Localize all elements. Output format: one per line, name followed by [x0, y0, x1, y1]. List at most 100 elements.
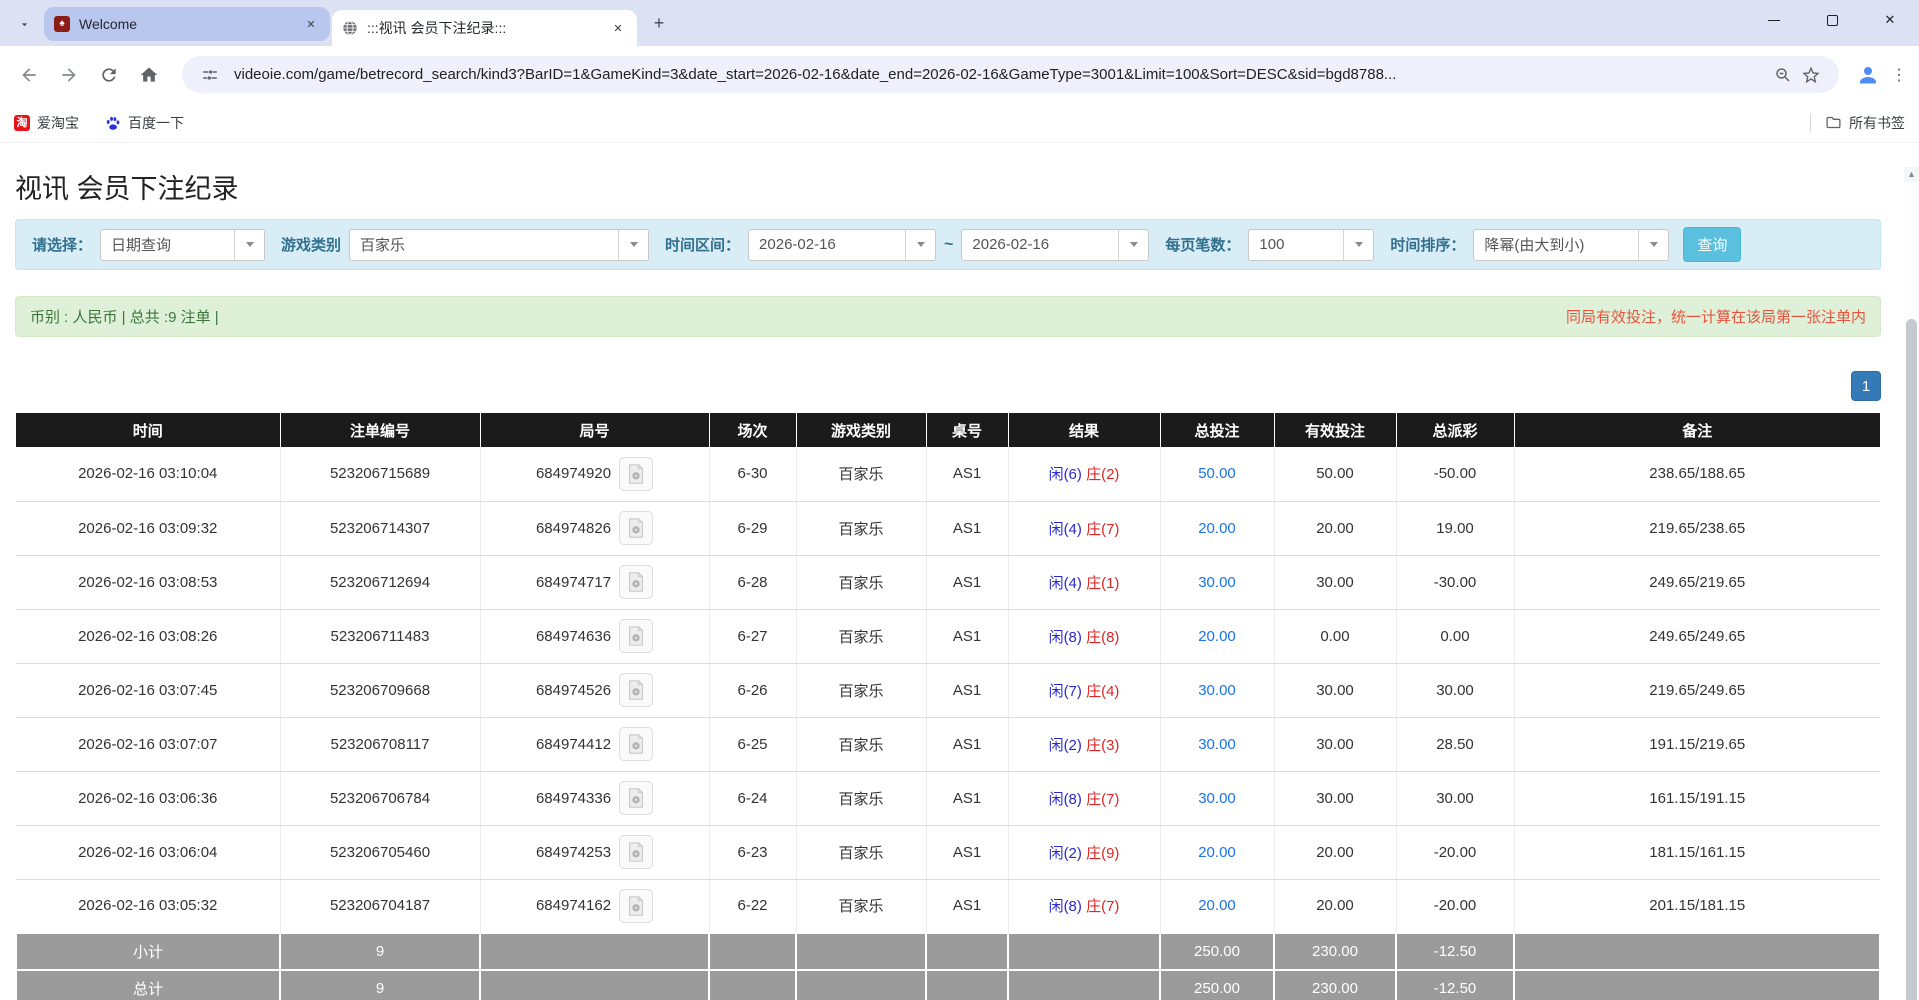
game-kind-select[interactable]: 百家乐 — [349, 229, 649, 261]
tab-betrecord[interactable]: :::视讯 会员下注纪录::: ✕ — [332, 10, 637, 46]
cell-valid-bet: 50.00 — [1274, 447, 1396, 501]
round-number: 684974253 — [536, 844, 611, 861]
footer-valid-bet: 230.00 — [1274, 933, 1396, 970]
dropdown-button[interactable] — [234, 230, 264, 260]
footer-empty-cell — [1514, 933, 1880, 970]
video-replay-button[interactable] — [619, 511, 653, 545]
browser-menu-button[interactable]: ⋮ — [1887, 60, 1911, 90]
dropdown-button[interactable] — [618, 230, 648, 260]
cell-note: 238.65/188.65 — [1514, 447, 1880, 501]
search-button[interactable]: 查询 — [1683, 227, 1741, 262]
video-replay-button[interactable] — [619, 781, 653, 815]
url-text[interactable]: videoie.com/game/betrecord_search/kind3?… — [234, 66, 1769, 83]
total-bet-value[interactable]: 20.00 — [1198, 520, 1236, 537]
total-bet-value[interactable]: 30.00 — [1198, 790, 1236, 807]
video-replay-button[interactable] — [619, 727, 653, 761]
footer-empty-cell — [1008, 970, 1160, 1000]
total-bet-value[interactable]: 30.00 — [1198, 682, 1236, 699]
query-type-select[interactable]: 日期查询 — [100, 229, 265, 261]
tab-search-button[interactable] — [10, 10, 38, 38]
footer-empty-cell — [480, 933, 709, 970]
new-tab-button[interactable]: + — [645, 9, 673, 37]
page-1-button[interactable]: 1 — [1851, 371, 1881, 401]
bookmark-aitaobao[interactable]: 淘 爱淘宝 — [14, 113, 79, 133]
summary-row: 总计9250.00230.00-12.50 — [16, 970, 1880, 1000]
table-row: 2026-02-16 03:05:32523206704187684974162… — [16, 879, 1880, 933]
bookmark-star-icon[interactable] — [1797, 61, 1825, 89]
window-close-button[interactable]: ✕ — [1861, 0, 1919, 40]
total-bet-value[interactable]: 20.00 — [1198, 897, 1236, 914]
video-replay-button[interactable] — [619, 619, 653, 653]
cell-result: 闲(6) 庄(2) — [1008, 447, 1160, 501]
address-bar[interactable]: videoie.com/game/betrecord_search/kind3?… — [182, 56, 1839, 93]
cell-bet-id: 523206711483 — [280, 609, 480, 663]
tab-close-icon[interactable]: ✕ — [302, 15, 320, 33]
video-replay-button[interactable] — [619, 457, 653, 491]
date-start-select[interactable]: 2026-02-16 — [748, 229, 936, 261]
dropdown-button[interactable] — [1638, 230, 1668, 260]
dropdown-button[interactable] — [905, 230, 935, 260]
result-banker: 庄(4) — [1086, 683, 1119, 700]
video-replay-button[interactable] — [619, 889, 653, 923]
table-row: 2026-02-16 03:06:04523206705460684974253… — [16, 825, 1880, 879]
tab-title: :::视讯 会员下注纪录::: — [367, 18, 609, 38]
total-bet-value[interactable]: 50.00 — [1198, 465, 1236, 482]
tab-close-icon[interactable]: ✕ — [609, 19, 627, 37]
per-page-select[interactable]: 100 — [1248, 229, 1374, 261]
cell-table-no: AS1 — [926, 447, 1008, 501]
table-row: 2026-02-16 03:06:36523206706784684974336… — [16, 771, 1880, 825]
cell-result: 闲(4) 庄(7) — [1008, 501, 1160, 555]
result-banker: 庄(8) — [1086, 629, 1119, 646]
back-button[interactable] — [12, 58, 46, 92]
window-maximize-button[interactable] — [1803, 0, 1861, 40]
cell-note: 201.15/181.15 — [1514, 879, 1880, 933]
total-bet-value[interactable]: 20.00 — [1198, 844, 1236, 861]
tab-strip: ♠ Welcome ✕ :::视讯 会员下注纪录::: ✕ + ✕ — [0, 0, 1919, 46]
cell-payout: -20.00 — [1396, 879, 1514, 933]
cell-total-bet: 20.00 — [1160, 609, 1274, 663]
result-banker: 庄(9) — [1086, 845, 1119, 862]
cell-time: 2026-02-16 03:07:07 — [16, 717, 280, 771]
video-replay-button[interactable] — [619, 835, 653, 869]
reload-button[interactable] — [92, 58, 126, 92]
round-wrap: 684974162 — [536, 889, 653, 923]
tab-welcome[interactable]: ♠ Welcome ✕ — [44, 7, 330, 41]
profile-avatar[interactable] — [1853, 60, 1883, 90]
video-replay-button[interactable] — [619, 673, 653, 707]
cell-bet-id: 523206709668 — [280, 663, 480, 717]
cell-payout: -30.00 — [1396, 555, 1514, 609]
arrow-right-icon — [59, 65, 79, 85]
result-player: 闲(8) — [1049, 898, 1082, 915]
site-settings-icon[interactable] — [196, 61, 224, 89]
cell-game-kind: 百家乐 — [796, 879, 926, 933]
video-replay-button[interactable] — [619, 565, 653, 599]
page-scrollbar[interactable]: ▲ ▼ — [1904, 167, 1919, 1000]
scrollbar-thumb[interactable] — [1906, 319, 1917, 1000]
dropdown-button[interactable] — [1343, 230, 1373, 260]
result-banker: 庄(2) — [1086, 466, 1119, 483]
cell-total-bet: 20.00 — [1160, 501, 1274, 555]
total-bet-value[interactable]: 20.00 — [1198, 628, 1236, 645]
bookmark-baidu[interactable]: 百度一下 — [105, 113, 184, 133]
round-wrap: 684974412 — [536, 727, 653, 761]
all-bookmarks-button[interactable]: 所有书签 — [1810, 113, 1905, 133]
cell-bet-id: 523206704187 — [280, 879, 480, 933]
window-minimize-button[interactable] — [1745, 0, 1803, 40]
forward-button[interactable] — [52, 58, 86, 92]
dropdown-button[interactable] — [1118, 230, 1148, 260]
home-button[interactable] — [132, 58, 166, 92]
summary-notice-text: 同局有效投注，统一计算在该局第一张注单内 — [1566, 306, 1866, 327]
round-wrap: 684974717 — [536, 565, 653, 599]
sort-select[interactable]: 降幂(由大到小) — [1473, 229, 1669, 261]
cell-table-no: AS1 — [926, 555, 1008, 609]
scroll-up-icon[interactable]: ▲ — [1904, 167, 1919, 182]
chevron-down-icon — [630, 242, 638, 247]
bookmarks-bar: 淘 爱淘宝 百度一下 所有书签 — [0, 103, 1919, 143]
result-player: 闲(6) — [1049, 466, 1082, 483]
zoom-icon[interactable] — [1769, 61, 1797, 89]
total-bet-value[interactable]: 30.00 — [1198, 574, 1236, 591]
total-bet-value[interactable]: 30.00 — [1198, 736, 1236, 753]
date-end-select[interactable]: 2026-02-16 — [961, 229, 1149, 261]
cell-game-kind: 百家乐 — [796, 663, 926, 717]
cell-total-bet: 20.00 — [1160, 825, 1274, 879]
